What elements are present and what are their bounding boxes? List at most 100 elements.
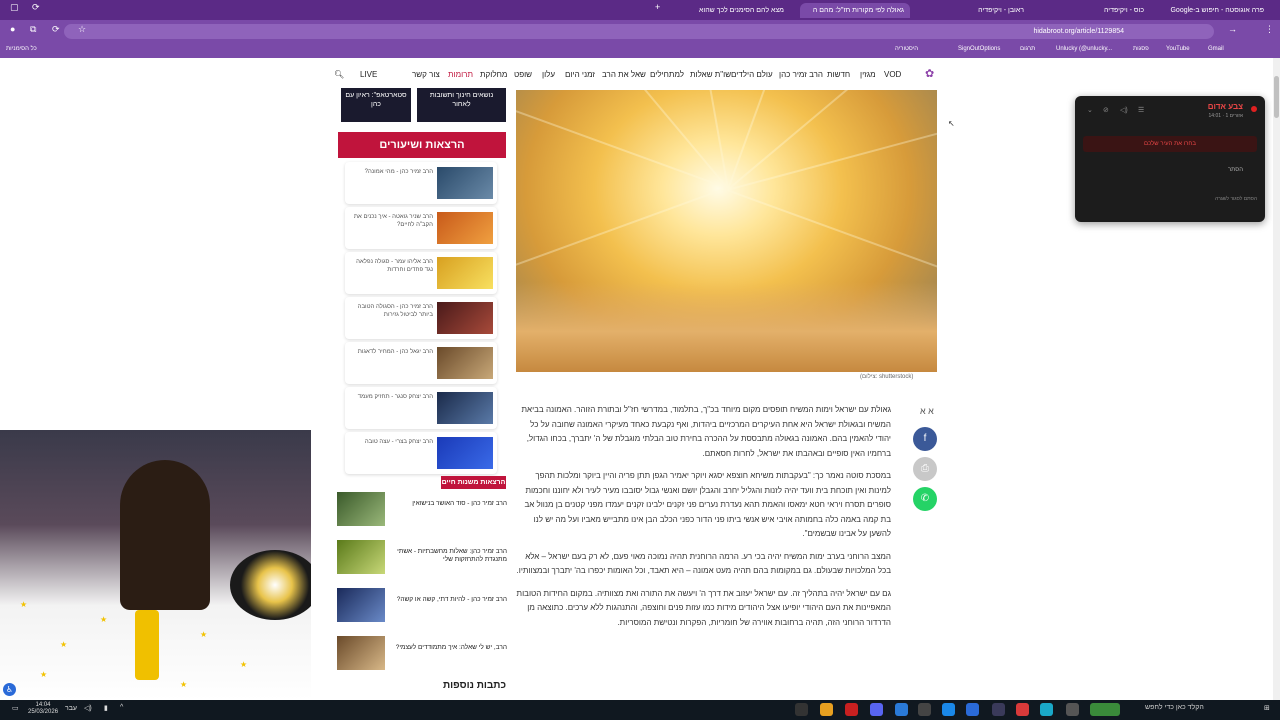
nav-magazine[interactable]: מגזין (860, 70, 876, 79)
tab-signs[interactable]: מצא להם הסימנים לכך שהוא (680, 3, 790, 18)
article-paragraph: המצב הרוחני בערב ימות המשיח יהיה בכי רע.… (516, 551, 891, 576)
nav-donations[interactable]: תרומות (448, 70, 473, 79)
nav-ask-rabbi[interactable]: שאל את הרב (602, 70, 646, 79)
live-item[interactable]: הרב, יש לי שאלה: איך מתמודדים לעצמי? (337, 636, 507, 670)
nav-leaflet[interactable]: עלון (542, 70, 555, 79)
bookmark-psagot[interactable]: פסגות (1133, 46, 1149, 52)
font-size-toggle[interactable]: א א (920, 406, 934, 416)
notifications-icon[interactable]: ▭ (12, 704, 19, 712)
lecture-thumbnail (437, 347, 493, 379)
nav-vod[interactable]: VOD (884, 70, 901, 79)
lecture-item[interactable]: הרב שניר גואטה - איך נכנים את הקב"ה לחיי… (345, 207, 497, 249)
nav-contact[interactable]: צור קשר (412, 70, 440, 79)
lecture-item[interactable]: הרב יצחק סנגר - תחזיק מעמד (345, 387, 497, 429)
lives-badge: הרצאות משנות חיים (441, 476, 506, 489)
browser-tab-bar: ▢ ⟳ פרה אוגוסטה - חיפוש ב-Google כוס - ו… (0, 0, 1280, 20)
bookmark-unlucky[interactable]: Unlucky (@unlucky... (1056, 46, 1112, 52)
lecture-item[interactable]: הרב יגאל כהן - המחיר לדאגות (345, 342, 497, 384)
refresh-icon[interactable]: ⟳ (32, 2, 40, 13)
mic-tray-icon[interactable]: ▮ (104, 704, 108, 712)
chrome-icon[interactable] (820, 703, 833, 716)
app-icon[interactable] (1016, 703, 1029, 716)
nav-news[interactable]: חדשות (827, 70, 850, 79)
live-item[interactable]: הרב זמיר כהן: שאלות מחשבתיות - אשתי מתנג… (337, 540, 507, 574)
nav-rabbi-zamir[interactable]: הרב זמיר כהן (779, 70, 823, 79)
tab-google[interactable]: פרה אוגוסטה - חיפוש ב-Google (1160, 3, 1270, 18)
article-hero-image (516, 90, 937, 372)
search-icon[interactable]: 🔍︎ (334, 70, 344, 79)
mini-card-1[interactable]: סטארטאפ": ראיון עם כהן (341, 88, 411, 122)
lecture-thumbnail (437, 257, 493, 289)
bookmark-all[interactable]: כל הסימניות (6, 46, 37, 52)
live-item[interactable]: הרב זמיר כהן - להיות דתי, קשה או קשה? (337, 588, 507, 622)
back-icon[interactable]: → (1228, 24, 1237, 34)
lecture-item[interactable]: הרב זמיר כהן - הסגולה הטובה ביותר לביטול… (345, 297, 497, 339)
nav-dispute[interactable]: מחלוקת (480, 70, 507, 79)
extensions-icon[interactable]: ⧉ (30, 24, 36, 35)
tab-wiki-reuven[interactable]: ראובן - ויקיפדיה (920, 3, 1030, 18)
choose-city-button[interactable]: בחרו את העיר שלכם (1083, 136, 1257, 152)
chevron-up-icon[interactable]: ^ (120, 704, 123, 711)
weather-widget[interactable] (1090, 703, 1120, 716)
print-button[interactable]: ⎙ (913, 457, 937, 481)
settings-icon[interactable]: ☰ (1138, 106, 1144, 114)
app-icon[interactable] (845, 703, 858, 716)
lecture-item[interactable]: הרב יצחק בצרי - עצה טובה (345, 432, 497, 474)
tab-wiki-cup[interactable]: כוס - ויקיפדיה (1040, 3, 1150, 18)
tab-search-icon[interactable]: ▢ (10, 2, 19, 13)
web-page: 🔍︎ LIVE צור קשר תרומות מחלוקת שופט עלון … (0, 58, 1280, 700)
bookmark-history[interactable]: היסטוריה (895, 46, 918, 52)
nav-live[interactable]: LIVE (360, 70, 377, 79)
nav-qa[interactable]: שו"ת שאלות (690, 70, 731, 79)
language-indicator[interactable]: עבר (65, 705, 77, 712)
bookmark-signout[interactable]: SignOutOptions (958, 46, 1000, 52)
app-icon[interactable] (966, 703, 979, 716)
app-icon[interactable] (795, 703, 808, 716)
hide-button[interactable]: הסתר (1228, 167, 1243, 173)
app-icon[interactable] (992, 703, 1005, 716)
nav-judge[interactable]: שופט (514, 70, 532, 79)
chevron-down-icon[interactable]: ⌄ (1087, 106, 1093, 114)
task-view-icon[interactable] (1066, 703, 1079, 716)
accessibility-button[interactable]: ♿︎ (3, 683, 16, 696)
article-paragraph: גם עם ישראל יהיה בתהליך זה. עם ישראל יעז… (516, 588, 891, 627)
app-icon[interactable] (895, 703, 908, 716)
app-icon[interactable] (942, 703, 955, 716)
facebook-share-button[interactable]: f (913, 427, 937, 451)
reload-icon[interactable]: ⟳ (52, 24, 60, 35)
mini-card-2[interactable]: נושאים חינוך ותשובות לאחור (417, 88, 506, 122)
streamer-figure (120, 460, 210, 610)
volume-icon[interactable]: ◁) (1120, 106, 1128, 114)
lecture-item[interactable]: הרב זמיר כהן - מהי אמונה? (345, 162, 497, 204)
new-tab-button[interactable]: + (655, 2, 660, 12)
more-articles-heading: כתבות נוספות (442, 680, 506, 691)
nav-kids[interactable]: עולם הילדים (731, 70, 773, 79)
bookmarks-bar: כל הסימניות היסטוריה SignOutOptions תרגו… (0, 42, 1280, 58)
whatsapp-share-button[interactable]: ✆ (913, 487, 937, 511)
tab-active-article[interactable]: גאולה לפי מקורות חז"ל: מהם ה (800, 3, 910, 18)
whatsapp-icon: ✆ (920, 493, 930, 504)
menu-icon[interactable]: ⋮ (1265, 24, 1274, 35)
caduceus-emblem (135, 610, 159, 680)
discord-icon[interactable] (870, 703, 883, 716)
site-logo[interactable]: ✿ (925, 67, 934, 80)
article-body: גאולת עם ישראל וימות המשיח תופסים מקום מ… (516, 403, 891, 638)
windows-taskbar: ▭ 14:04 25/03/2026 עבר ◁) ▮ ^ הקלד כאן כד… (0, 700, 1280, 720)
nav-times[interactable]: זמני היום (565, 70, 595, 79)
bookmark-translate[interactable]: תרגום (1020, 46, 1035, 52)
start-icon[interactable]: ⊞ (1264, 704, 1270, 712)
volume-tray-icon[interactable]: ◁) (84, 704, 92, 712)
nav-beginners[interactable]: למתחילים (650, 70, 684, 79)
page-scrollbar[interactable] (1273, 58, 1280, 700)
taskbar-search[interactable]: הקלד כאן כדי לחפש (1145, 704, 1204, 711)
app-icon[interactable] (918, 703, 931, 716)
edge-icon[interactable] (1040, 703, 1053, 716)
live-item[interactable]: הרב זמיר כהן - סוד האושר בנישואין (337, 492, 507, 526)
bookmark-gmail[interactable]: Gmail (1208, 46, 1224, 52)
bookmark-youtube[interactable]: YouTube (1166, 46, 1190, 52)
lecture-item[interactable]: הרב אליהו עמר - סגולה נפלאה נגד פחדים וח… (345, 252, 497, 294)
bookmark-star-icon[interactable]: ☆ (78, 24, 86, 35)
address-bar[interactable]: hidabroot.org/article/1129854 (64, 24, 1214, 39)
mute-icon[interactable]: ⊘ (1103, 106, 1109, 114)
profile-icon[interactable]: ● (10, 24, 15, 34)
